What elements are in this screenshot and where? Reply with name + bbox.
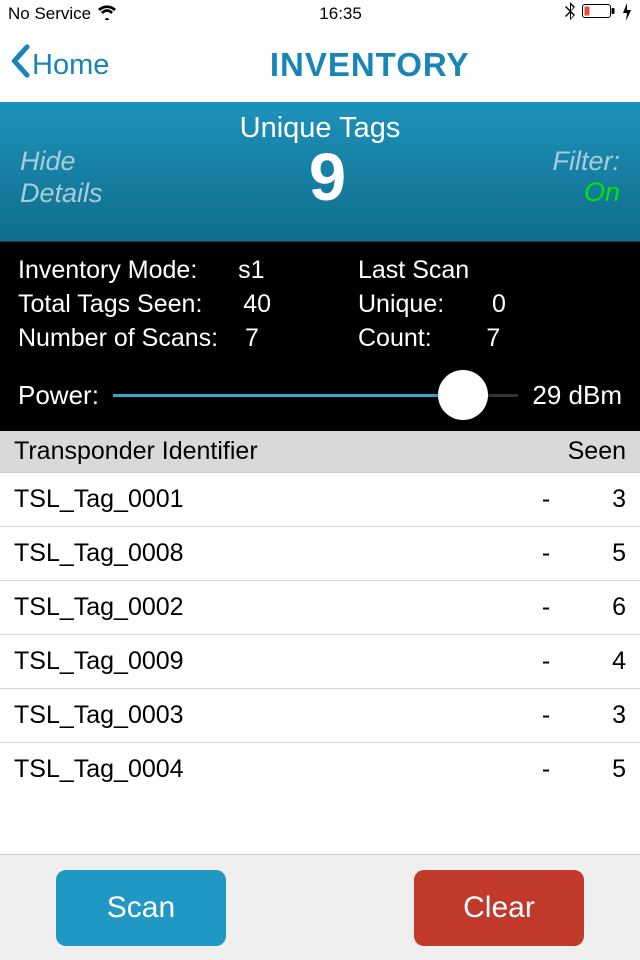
count-value: 7 <box>486 322 500 356</box>
unique-label: Unique: <box>358 288 444 322</box>
total-tags-value: 40 <box>243 288 271 322</box>
summary-banner: Unique Tags Hide Details 9 Filter: On <box>0 102 640 242</box>
wifi-icon <box>97 4 117 25</box>
table-row[interactable]: TSL_Tag_0008-5 <box>0 527 640 581</box>
scans-value: 7 <box>245 322 259 356</box>
back-label: Home <box>32 49 109 82</box>
bluetooth-icon <box>564 2 576 27</box>
battery-icon <box>582 4 616 24</box>
unique-value: 0 <box>492 288 506 322</box>
count-label: Count: <box>358 322 432 356</box>
bottom-bar: Scan Clear <box>0 854 640 960</box>
charging-icon <box>622 3 632 26</box>
nav-bar: Home INVENTORY <box>0 28 640 102</box>
clock: 16:35 <box>319 4 362 24</box>
status-bar: No Service 16:35 <box>0 0 640 28</box>
list-header: Transponder Identifier Seen <box>0 431 640 473</box>
power-label: Power: <box>18 380 99 411</box>
details-panel: Inventory Mode: s1 Total Tags Seen: 40 N… <box>0 242 640 431</box>
table-row[interactable]: TSL_Tag_0001-3 <box>0 473 640 527</box>
inventory-mode-label: Inventory Mode: <box>18 254 197 288</box>
col-id: Transponder Identifier <box>14 437 536 466</box>
scans-label: Number of Scans: <box>18 322 218 356</box>
page-title: INVENTORY <box>270 46 470 84</box>
table-row[interactable]: TSL_Tag_0009-4 <box>0 635 640 689</box>
tag-list: TSL_Tag_0001-3 TSL_Tag_0008-5 TSL_Tag_00… <box>0 473 640 796</box>
hide-details-toggle[interactable]: Hide Details <box>20 145 103 210</box>
power-value: 29 dBm <box>532 380 622 411</box>
table-row[interactable]: TSL_Tag_0004-5 <box>0 743 640 796</box>
col-seen: Seen <box>536 437 626 466</box>
inventory-mode-value: s1 <box>238 254 264 288</box>
unique-count: 9 <box>309 146 346 210</box>
power-slider[interactable] <box>113 375 518 415</box>
clear-button[interactable]: Clear <box>414 870 584 946</box>
back-button[interactable]: Home <box>10 44 109 86</box>
slider-thumb[interactable] <box>438 370 488 420</box>
chevron-left-icon <box>10 44 30 86</box>
table-row[interactable]: TSL_Tag_0002-6 <box>0 581 640 635</box>
service-text: No Service <box>8 4 91 24</box>
table-row[interactable]: TSL_Tag_0003-3 <box>0 689 640 743</box>
total-tags-label: Total Tags Seen: <box>18 288 202 322</box>
filter-label: Filter: <box>552 146 620 177</box>
last-scan-label: Last Scan <box>358 254 622 288</box>
filter-value[interactable]: On <box>552 177 620 208</box>
scan-button[interactable]: Scan <box>56 870 226 946</box>
